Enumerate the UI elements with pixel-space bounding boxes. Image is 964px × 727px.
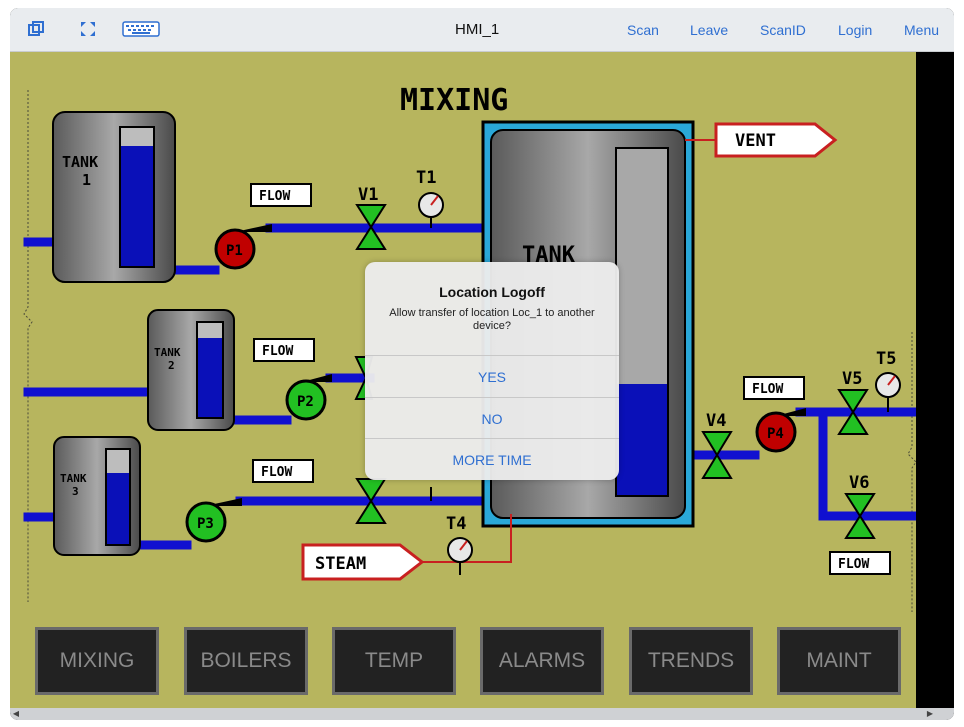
svg-text:P2: P2 — [297, 394, 314, 410]
temp-gauge-t4: T4 — [446, 514, 473, 575]
dashed-boundary-right — [907, 332, 916, 612]
svg-text:P1: P1 — [226, 243, 243, 259]
pump-p2[interactable]: P2 — [285, 374, 332, 421]
flow-tag-4: FLOW — [743, 376, 805, 400]
svg-text:FLOW: FLOW — [752, 382, 783, 397]
tank1-body — [52, 111, 176, 283]
main-tank-level-fill — [617, 384, 667, 495]
no-button[interactable]: NO — [365, 397, 619, 439]
svg-text:V1: V1 — [358, 185, 378, 205]
flow-tag-1: FLOW — [250, 183, 312, 207]
nav-maint-button[interactable]: MAINT — [777, 627, 901, 695]
horizontal-scrollbar[interactable]: ◀ ▶ — [10, 708, 954, 720]
more-time-button[interactable]: MORE TIME — [365, 438, 619, 480]
leave-link[interactable]: Leave — [690, 22, 728, 38]
svg-text:FLOW: FLOW — [259, 189, 290, 204]
right-margin — [916, 52, 954, 708]
tank2-level-fill — [198, 338, 222, 417]
scroll-right-icon[interactable]: ▶ — [924, 708, 936, 720]
nav-boilers-button[interactable]: BOILERS — [184, 627, 308, 695]
svg-text:FLOW: FLOW — [261, 465, 292, 480]
nav-trends-button[interactable]: TRENDS — [629, 627, 753, 695]
flow-tag-3: FLOW — [252, 459, 314, 483]
temp-gauge-t5: T5 — [875, 349, 901, 412]
nav-temp-button[interactable]: TEMP — [332, 627, 456, 695]
svg-text:T5: T5 — [876, 349, 896, 369]
dialog-message: Allow transfer of location Loc_1 to anot… — [389, 307, 595, 332]
tank3-label: TANK — [60, 472, 87, 485]
dashed-boundary-left — [23, 90, 33, 602]
pump-p3[interactable]: P3 — [185, 498, 242, 543]
temp-gauge-t1: T1 — [416, 168, 444, 228]
valve-v5[interactable]: V5 — [837, 369, 869, 435]
tank3-number: 3 — [72, 485, 79, 498]
dialog-title: Location Logoff — [439, 284, 545, 300]
tank3-level-fill — [107, 473, 129, 544]
window-copy-icon[interactable] — [28, 19, 44, 39]
tank2-number: 2 — [168, 359, 175, 372]
screen-title: MIXING — [400, 83, 508, 118]
tank1-label: TANK — [62, 153, 98, 171]
nav-mixing-button[interactable]: MIXING — [35, 627, 159, 695]
top-toolbar: HMI_1 Scan Leave ScanID Login Menu — [10, 8, 954, 52]
valve-v1[interactable]: V1 — [355, 185, 387, 250]
scan-link[interactable]: Scan — [627, 22, 659, 38]
svg-text:V4: V4 — [706, 411, 726, 431]
tank1-number: 1 — [82, 171, 91, 189]
yes-button[interactable]: YES — [365, 355, 619, 397]
tank1-level-fill — [121, 146, 153, 266]
flow-tag-2: FLOW — [253, 338, 315, 362]
app-frame: HMI_1 Scan Leave ScanID Login Menu TANK … — [10, 8, 954, 720]
svg-text:V5: V5 — [842, 369, 862, 389]
menu-link[interactable]: Menu — [904, 22, 939, 38]
svg-text:T4: T4 — [446, 514, 466, 534]
steam-label: STEAM — [315, 554, 366, 574]
tank2-label: TANK — [154, 346, 181, 359]
flow-tag-5: FLOW — [829, 551, 891, 575]
nav-alarms-button[interactable]: ALARMS — [480, 627, 604, 695]
pump-p1[interactable]: P1 — [214, 224, 272, 270]
svg-text:V6: V6 — [849, 473, 869, 493]
keyboard-icon[interactable] — [122, 19, 160, 39]
scroll-left-icon[interactable]: ◀ — [10, 708, 22, 720]
hmi-canvas: TANK TANK 1 TANK 2 TANK 3 MIXING VENT ST… — [10, 52, 916, 708]
valve-v6[interactable]: V6 — [844, 473, 876, 539]
svg-text:P4: P4 — [767, 426, 784, 442]
svg-text:P3: P3 — [197, 516, 214, 532]
location-logoff-dialog: Location Logoff Allow transfer of locati… — [365, 262, 619, 480]
fullscreen-icon[interactable] — [80, 19, 96, 39]
window-title: HMI_1 — [455, 21, 500, 38]
pump-p4[interactable]: P4 — [755, 408, 806, 453]
scanid-link[interactable]: ScanID — [760, 22, 806, 38]
svg-text:FLOW: FLOW — [262, 344, 293, 359]
login-link[interactable]: Login — [838, 22, 872, 38]
svg-text:T1: T1 — [416, 168, 436, 188]
valve-v4[interactable]: V4 — [701, 411, 733, 479]
vent-label: VENT — [735, 131, 776, 151]
svg-text:FLOW: FLOW — [838, 557, 869, 572]
